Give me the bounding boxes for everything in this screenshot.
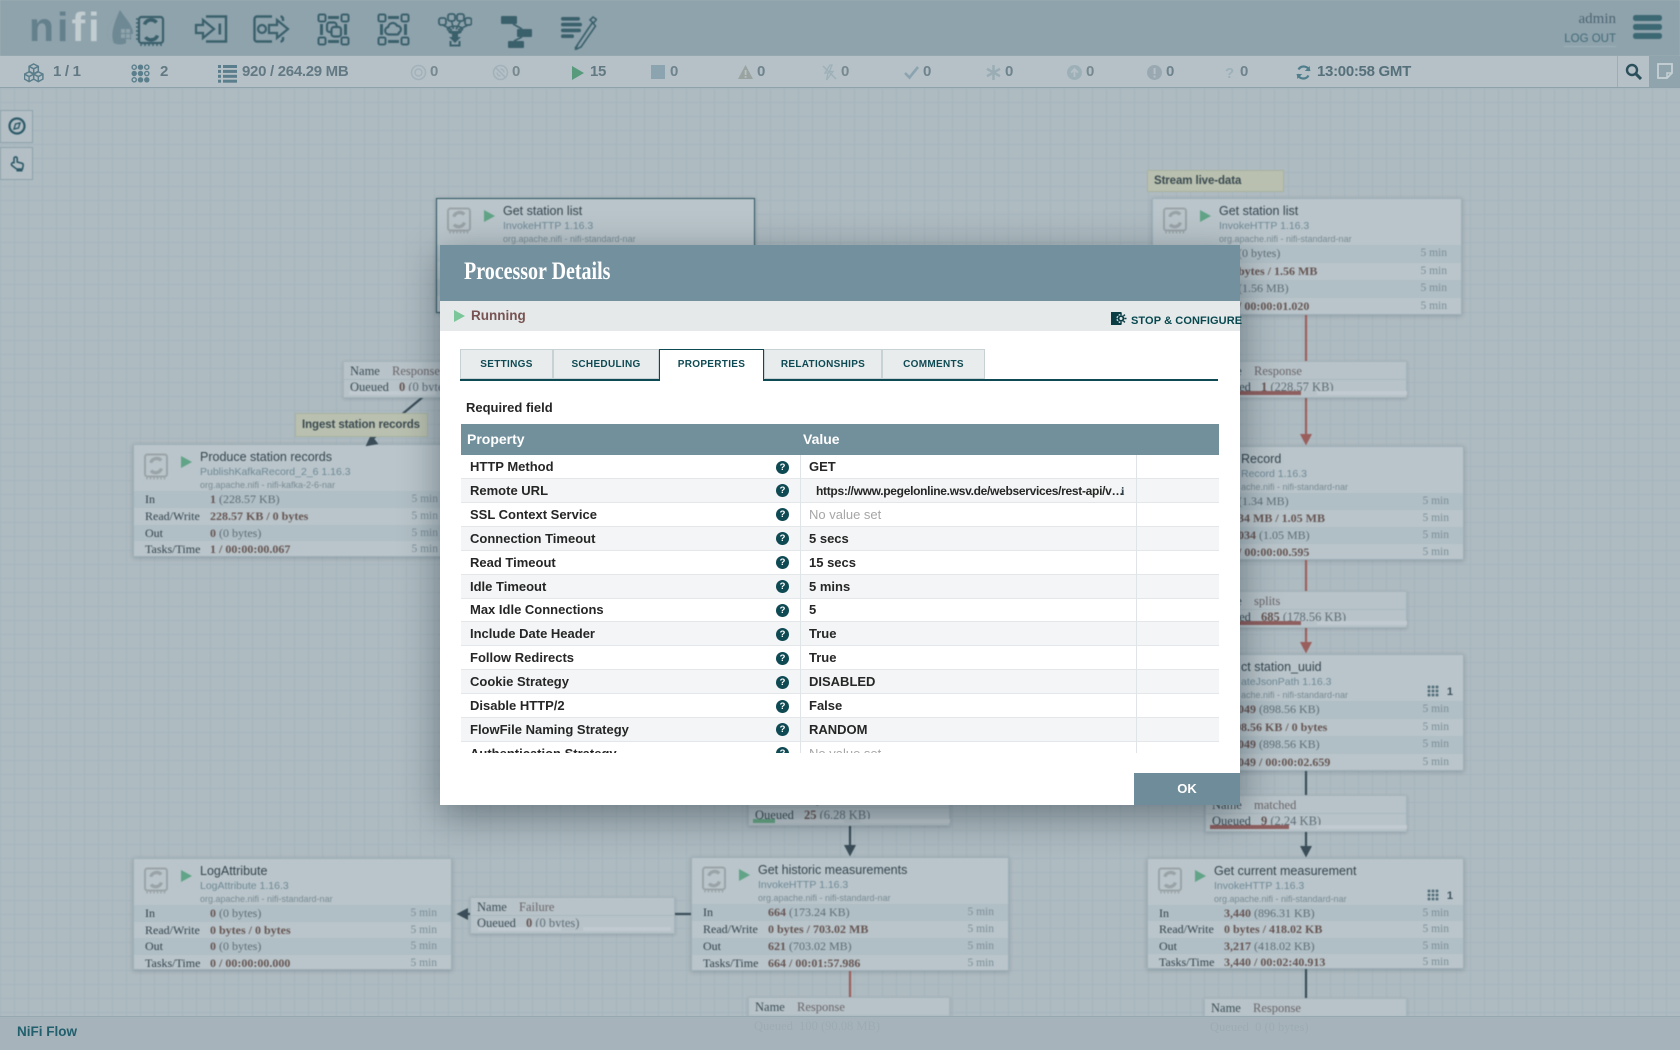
- svg-text:?: ?: [1225, 65, 1234, 81]
